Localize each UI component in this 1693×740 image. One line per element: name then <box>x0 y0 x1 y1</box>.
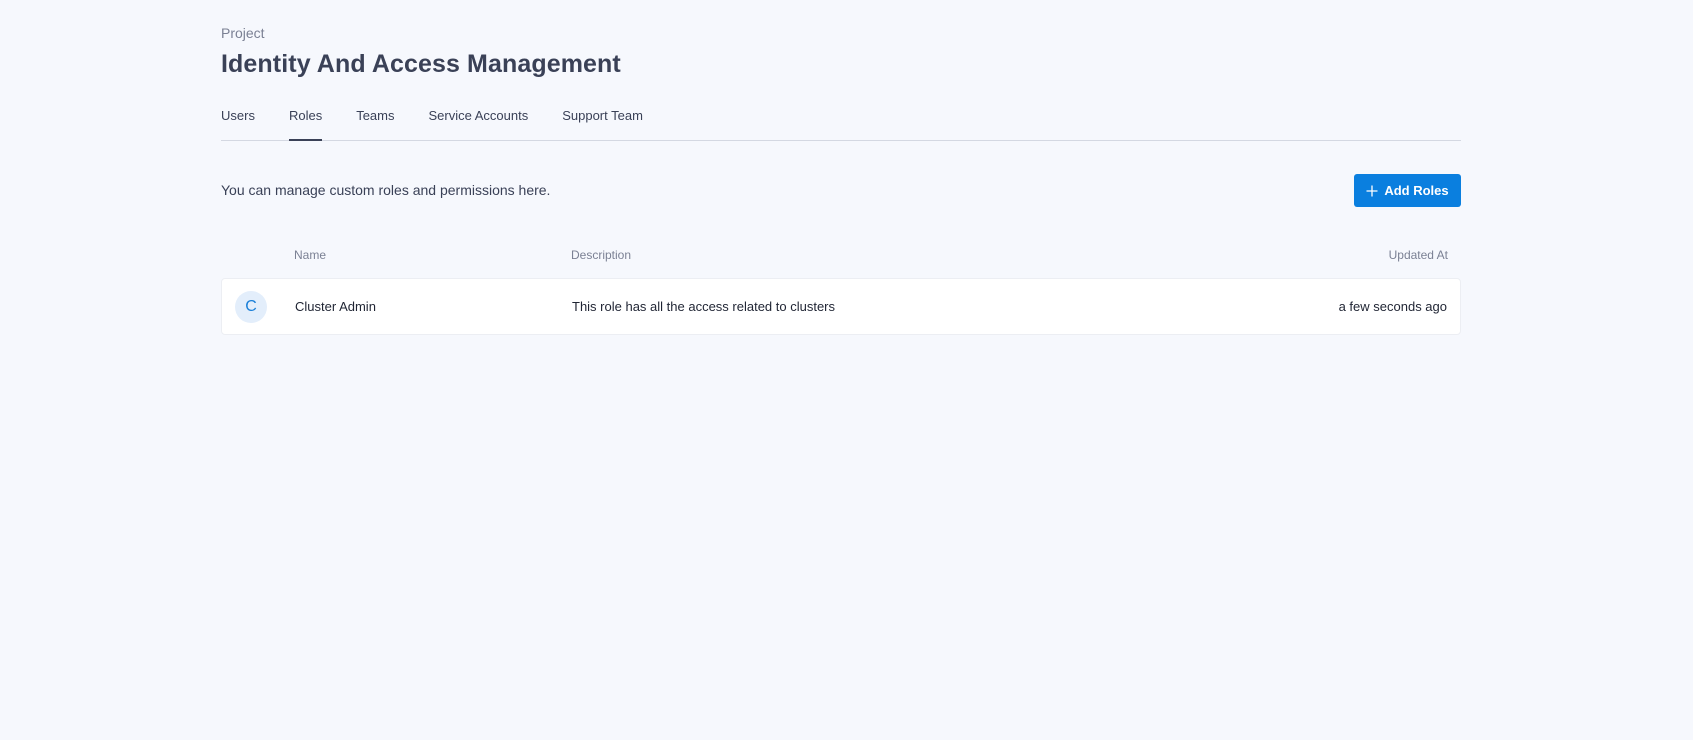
add-roles-button[interactable]: Add Roles <box>1354 174 1461 207</box>
tab-service-accounts[interactable]: Service Accounts <box>429 106 529 138</box>
role-name: Cluster Admin <box>295 299 376 314</box>
plus-icon <box>1366 185 1378 197</box>
role-updated-at: a few seconds ago <box>1338 299 1447 314</box>
tab-bar: Users Roles Teams Service Accounts Suppo… <box>221 106 1461 141</box>
iam-page: Project Identity And Access Management U… <box>221 24 1461 335</box>
roles-toolbar: You can manage custom roles and permissi… <box>221 174 1461 208</box>
table-header: Name Description Updated At <box>221 238 1461 278</box>
add-roles-label: Add Roles <box>1384 183 1449 198</box>
column-header-description[interactable]: Description <box>571 248 631 262</box>
column-header-name[interactable]: Name <box>294 248 326 262</box>
roles-description: You can manage custom roles and permissi… <box>221 182 551 198</box>
table-row[interactable]: C Cluster Admin This role has all the ac… <box>221 278 1461 335</box>
breadcrumb[interactable]: Project <box>221 24 1461 42</box>
tab-users[interactable]: Users <box>221 106 255 138</box>
column-header-updated-at[interactable]: Updated At <box>1389 248 1448 262</box>
tab-support-team[interactable]: Support Team <box>562 106 643 138</box>
role-description: This role has all the access related to … <box>572 299 836 314</box>
tab-roles[interactable]: Roles <box>288 106 323 141</box>
avatar: C <box>235 291 267 323</box>
tab-teams[interactable]: Teams <box>356 106 394 138</box>
page-title: Identity And Access Management <box>221 50 621 78</box>
roles-table: Name Description Updated At C Cluster Ad… <box>221 238 1461 335</box>
